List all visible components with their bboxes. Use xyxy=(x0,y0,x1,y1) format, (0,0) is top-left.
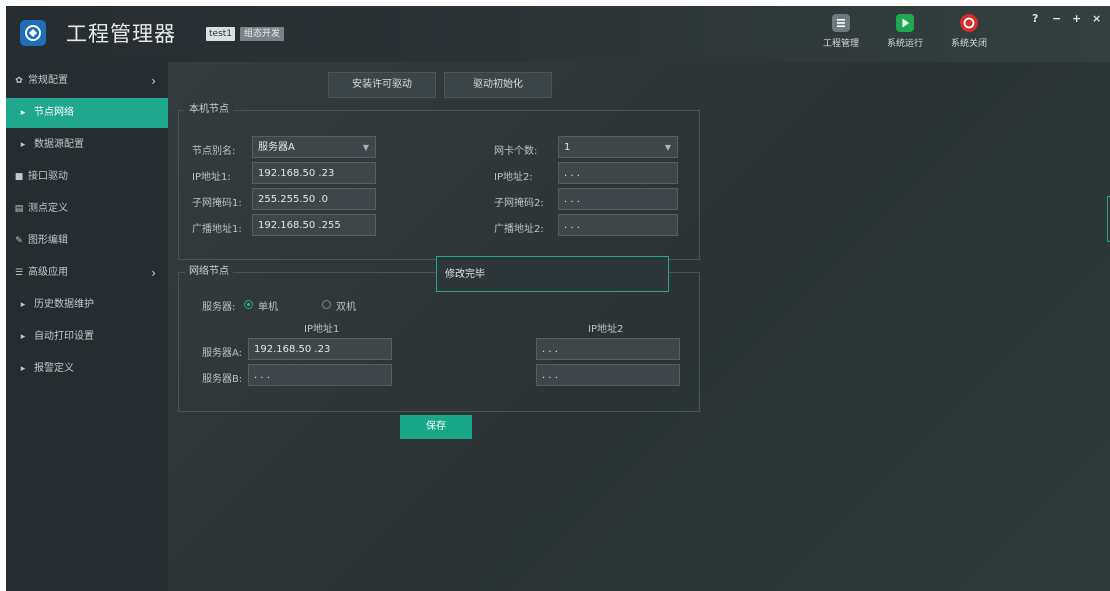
system-close-label: 系统关闭 xyxy=(950,39,987,49)
serverA-ip2-input[interactable]: . . . xyxy=(536,338,680,360)
power-icon xyxy=(960,14,978,32)
close-button[interactable]: × xyxy=(1092,12,1101,25)
sidebar-item-graphic-edit[interactable]: ✎ 图形编辑 xyxy=(6,226,168,256)
gear-icon: ✿ xyxy=(15,76,23,86)
sidebar: ✿ 常规配置 › ▸ 节点网络 ▸ 数据源配置 ■ 接口驱动 ▤ 测点定义 ✎ … xyxy=(6,62,168,591)
chevron-right-icon: › xyxy=(151,266,156,280)
save-button[interactable]: 保存 xyxy=(400,415,472,439)
system-close-button[interactable]: 系统关闭 xyxy=(944,14,994,49)
app-logo-icon xyxy=(20,20,46,46)
help-button[interactable]: ? xyxy=(1032,12,1038,25)
ip2-label: IP地址2: xyxy=(494,172,533,183)
sliders-icon: ☰ xyxy=(14,268,24,278)
network-node-title: 网络节点 xyxy=(185,266,233,278)
server-mode-label: 服务器: xyxy=(202,302,236,313)
sidebar-item-node-network[interactable]: ▸ 节点网络 xyxy=(6,98,168,128)
nic-count-label: 网卡个数: xyxy=(494,146,538,157)
sidebar-item-interface-driver[interactable]: ■ 接口驱动 xyxy=(6,162,168,192)
ip1-input[interactable]: 192.168.50 .23 xyxy=(252,162,376,184)
single-radio[interactable] xyxy=(244,300,253,309)
project-manage-label: 工程管理 xyxy=(822,39,859,49)
play-icon xyxy=(896,14,914,32)
chevron-down-icon: ▼ xyxy=(362,143,369,152)
list-icon xyxy=(832,14,850,32)
app-title: 工程管理器 xyxy=(66,22,176,46)
broadcast1-label: 广播地址1: xyxy=(192,224,242,235)
chevron-right-icon: › xyxy=(151,74,156,88)
sidebar-item-auto-print[interactable]: ▸ 自动打印设置 xyxy=(6,322,168,352)
nic-count-select[interactable]: 1 ▼ xyxy=(558,136,678,158)
bullet-icon: ▸ xyxy=(20,332,26,342)
alias-label: 节点别名: xyxy=(192,146,236,157)
alias-select[interactable]: 服务器A ▼ xyxy=(252,136,376,158)
maximize-button[interactable]: + xyxy=(1072,12,1081,25)
minimize-button[interactable]: − xyxy=(1052,12,1061,25)
serverA-ip1-input[interactable]: 192.168.50 .23 xyxy=(248,338,392,360)
sidebar-item-general-config[interactable]: ✿ 常规配置 › xyxy=(6,66,168,96)
local-node-title: 本机节点 xyxy=(185,104,233,116)
title-bar: 工程管理器 test1 组态开发 工程管理 系统运行 系统关闭 ? − + × xyxy=(6,6,1110,62)
square-icon: ■ xyxy=(14,172,24,182)
main-panel: 安装许可驱动 驱动初始化 本机节点 节点别名: 服务器A ▼ 网卡个数: 1 ▼… xyxy=(168,62,1110,591)
bullet-icon: ▸ xyxy=(20,108,26,118)
broadcast2-input[interactable]: . . . xyxy=(558,214,678,236)
mask2-label: 子网掩码2: xyxy=(494,198,544,209)
install-license-driver-button[interactable]: 安装许可驱动 xyxy=(328,72,436,98)
mask2-input[interactable]: . . . xyxy=(558,188,678,210)
project-manage-button[interactable]: 工程管理 xyxy=(816,14,866,49)
broadcast1-input[interactable]: 192.168.50 .255 xyxy=(252,214,376,236)
bullet-icon: ▸ xyxy=(20,300,26,310)
bullet-icon: ▸ xyxy=(20,140,26,150)
driver-init-button[interactable]: 驱动初始化 xyxy=(444,72,552,98)
sidebar-item-alarm-definition[interactable]: ▸ 报警定义 xyxy=(6,354,168,384)
sidebar-item-history-maintenance[interactable]: ▸ 历史数据维护 xyxy=(6,290,168,320)
serverB-label: 服务器B: xyxy=(202,374,243,385)
serverB-ip1-input[interactable]: . . . xyxy=(248,364,392,386)
mask1-input[interactable]: 255.255.50 .0 xyxy=(252,188,376,210)
mask1-label: 子网掩码1: xyxy=(192,198,242,209)
dual-radio-label: 双机 xyxy=(336,302,356,313)
ip2-input[interactable]: . . . xyxy=(558,162,678,184)
broadcast2-label: 广播地址2: xyxy=(494,224,544,235)
single-radio-label: 单机 xyxy=(258,302,278,313)
local-node-group: 本机节点 xyxy=(178,104,700,260)
status-toast: 修改完毕 xyxy=(436,256,669,292)
database-icon: ▤ xyxy=(14,204,24,214)
dual-radio[interactable] xyxy=(322,300,331,309)
bullet-icon: ▸ xyxy=(20,364,26,374)
system-run-button[interactable]: 系统运行 xyxy=(880,14,930,49)
serverA-label: 服务器A: xyxy=(202,348,243,359)
ip2-column-header: IP地址2 xyxy=(588,324,624,335)
sidebar-item-datasource-config[interactable]: ▸ 数据源配置 xyxy=(6,130,168,160)
ip1-label: IP地址1: xyxy=(192,172,231,183)
project-badge: test1 xyxy=(206,27,236,41)
app-window: 工程管理器 test1 组态开发 工程管理 系统运行 系统关闭 ? − + × xyxy=(6,6,1110,591)
ip1-column-header: IP地址1 xyxy=(304,324,340,335)
serverB-ip2-input[interactable]: . . . xyxy=(536,364,680,386)
sidebar-item-point-definition[interactable]: ▤ 测点定义 xyxy=(6,194,168,224)
chevron-down-icon: ▼ xyxy=(664,143,671,152)
edit-icon: ✎ xyxy=(15,236,23,246)
sidebar-item-advanced[interactable]: ☰ 高级应用 › xyxy=(6,258,168,288)
mode-badge: 组态开发 xyxy=(240,27,285,41)
system-run-label: 系统运行 xyxy=(886,39,923,49)
